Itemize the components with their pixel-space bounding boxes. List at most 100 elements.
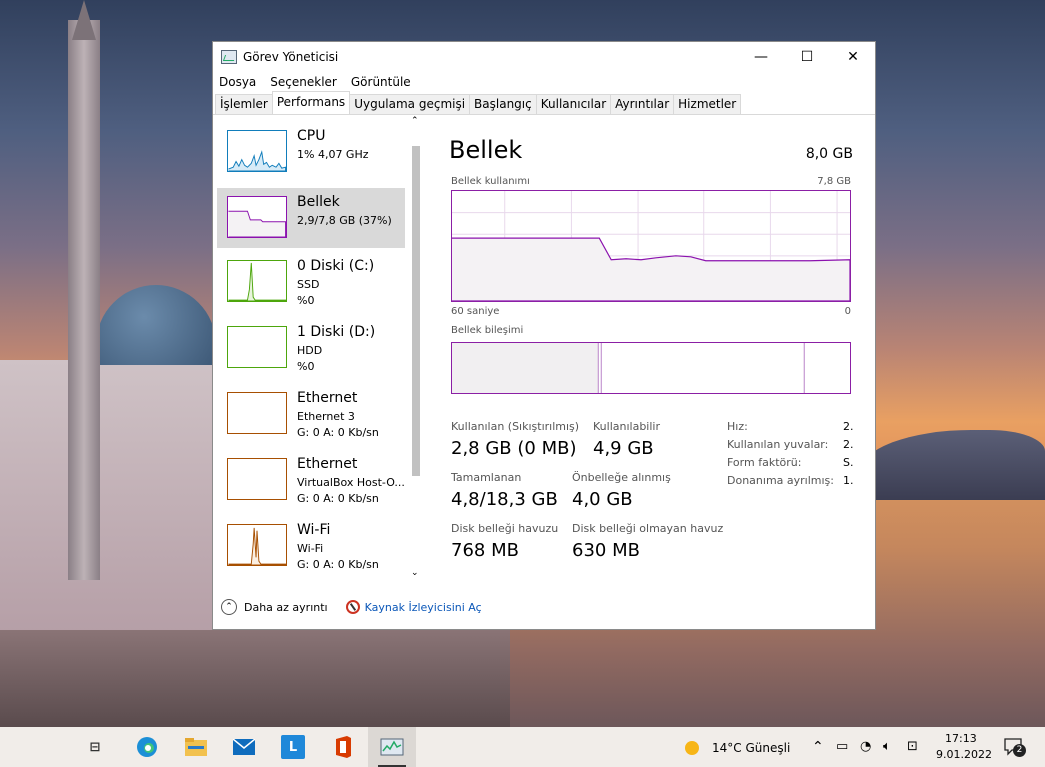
time-axis-right: 0 [844,306,851,317]
resource-monitor-link[interactable]: Kaynak İzleyicisini Aç [365,601,482,614]
resource-detail: 1% 4,07 GHz [297,148,369,161]
edge-icon[interactable] [135,735,159,759]
close-button[interactable]: ✕ [830,42,876,72]
fewer-details-button[interactable]: Daha az ayrıntı [244,601,328,614]
app-l-icon[interactable]: L [281,735,305,759]
ethernet-thumbnail-graph [227,458,287,500]
resource-detail: Wi-Fi [297,542,324,555]
resource-usage: %0 [297,360,315,373]
speed-value: 2. [843,420,854,433]
resource-detail: VirtualBox Host-O... [297,476,405,489]
resource-monitor-icon[interactable] [345,600,360,614]
form-factor-value: S. [843,456,854,469]
task-manager-icon [221,50,237,64]
notification-count-badge: 2 [1013,744,1026,757]
memory-thumbnail-graph [227,196,287,238]
resource-ethernet-3[interactable]: Ethernet Ethernet 3 G: 0 A: 0 Kb/sn [217,384,405,444]
committed-value: 4,8/18,3 GB [451,489,558,510]
window-footer: ⌃ Daha az ayrıntı Kaynak İzleyicisini Aç [213,592,875,622]
maximize-button[interactable]: ☐ [784,42,830,72]
resource-name: Ethernet [297,390,358,406]
mail-icon[interactable] [232,735,256,759]
resource-usage: %0 [297,294,315,307]
wifi-thumbnail-graph [227,524,287,566]
cpu-thumbnail-graph [227,130,287,172]
wallpaper-hills [860,430,1045,500]
task-manager-window: Görev Yöneticisi — ☐ ✕ Dosya Seçenekler … [212,41,876,630]
form-factor-label: Form faktörü: [727,456,802,469]
show-hidden-icons-icon[interactable]: ⌃ [812,739,824,755]
resource-usage: G: 0 A: 0 Kb/sn [297,492,379,505]
disk-0-thumbnail-graph [227,260,287,302]
resource-disk-1[interactable]: 1 Diski (D:) HDD %0 [217,318,405,378]
menu-options[interactable]: Seçenekler [270,75,337,89]
window-title: Görev Yöneticisi [243,50,339,64]
resource-detail: Ethernet 3 [297,410,355,423]
resource-usage: G: 0 A: 0 Kb/sn [297,426,379,439]
slots-value: 2. [843,438,854,451]
taskbar: ⊟ L 14°C Güneşli ⌃ ▭ ◔ 🔈︎ ⊡ 17:13 9.01.2… [0,727,1045,767]
weather-text[interactable]: 14°C Güneşli [712,741,790,755]
menu-bar: Dosya Seçenekler Görüntüle [213,72,875,92]
office-icon[interactable] [331,735,355,759]
tab-services[interactable]: Hizmetler [673,94,742,114]
file-explorer-icon[interactable] [184,735,208,759]
ethernet-thumbnail-graph [227,392,287,434]
tab-processes[interactable]: İşlemler [215,94,273,114]
memory-total: 8,0 GB [805,146,853,162]
clock-date[interactable]: 9.01.2022 [936,748,992,761]
tab-startup[interactable]: Başlangıç [469,94,537,114]
tab-users[interactable]: Kullanıcılar [535,94,612,114]
clock-time[interactable]: 17:13 [945,732,977,745]
resource-cpu[interactable]: CPU 1% 4,07 GHz [217,122,405,182]
resource-name: Bellek [297,194,340,210]
resource-list: CPU 1% 4,07 GHz Bellek 2,9/7,8 GB (37%) … [213,116,425,581]
chevron-up-icon[interactable]: ⌃ [221,599,237,615]
paged-pool-label: Disk belleği havuzu [451,522,559,535]
tab-app-history[interactable]: Uygulama geçmişi [349,94,471,114]
tab-details[interactable]: Ayrıntılar [610,94,675,114]
tab-performance[interactable]: Performans [271,91,351,114]
cached-value: 4,0 GB [572,489,633,510]
resource-detail: HDD [297,344,323,357]
memory-usage-graph [451,190,851,302]
weather-sun-icon[interactable] [684,740,700,759]
resource-usage: G: 0 A: 0 Kb/sn [297,558,379,571]
volume-icon[interactable]: 🔈︎ [883,739,891,754]
memory-composition-bar [451,342,851,394]
notification-center-icon[interactable]: 2 [1004,738,1026,757]
slots-label: Kullanılan yuvalar: [727,438,829,451]
wallpaper-pier [0,630,510,727]
detail-title: Bellek [449,136,523,164]
title-bar[interactable]: Görev Yöneticisi — ☐ ✕ [213,42,875,72]
scroll-down-icon[interactable]: ⌄ [411,568,419,578]
task-manager-taskbar-icon[interactable] [380,735,404,759]
menu-file[interactable]: Dosya [219,75,256,89]
scroll-thumb[interactable] [412,146,420,476]
resource-ethernet-virtualbox[interactable]: Ethernet VirtualBox Host-O... G: 0 A: 0 … [217,450,405,510]
resource-list-scrollbar[interactable]: ⌃ ⌄ [409,116,423,581]
speed-label: Hız: [727,420,748,433]
wifi-icon[interactable]: ◔ [860,739,871,754]
tab-strip: İşlemler Performans Uygulama geçmişi Baş… [213,91,875,115]
resource-memory[interactable]: Bellek 2,9/7,8 GB (37%) [217,188,405,248]
resource-disk-0[interactable]: 0 Diski (C:) SSD %0 [217,252,405,312]
scroll-up-icon[interactable]: ⌃ [411,116,419,126]
hardware-reserved-value: 1. [843,474,854,487]
battery-icon[interactable]: ▭ [836,739,848,754]
menu-view[interactable]: Görüntüle [351,75,411,89]
task-view-icon[interactable]: ⊟ [83,735,107,759]
resource-name: 1 Diski (D:) [297,324,376,340]
paged-pool-value: 768 MB [451,540,519,561]
committed-label: Tamamlanan [451,471,522,484]
ime-icon[interactable]: ⊡ [907,739,918,754]
nonpaged-pool-label: Disk belleği olmayan havuz [572,522,724,535]
minimize-button[interactable]: — [738,42,784,72]
resource-detail: 2,9/7,8 GB (37%) [297,214,392,227]
resource-name: CPU [297,128,326,144]
nonpaged-pool-value: 630 MB [572,540,640,561]
resource-wifi[interactable]: Wi-Fi Wi-Fi G: 0 A: 0 Kb/sn [217,516,405,576]
resource-name: Ethernet [297,456,358,472]
time-axis-left: 60 saniye [451,306,500,317]
wallpaper-dome [96,285,216,365]
